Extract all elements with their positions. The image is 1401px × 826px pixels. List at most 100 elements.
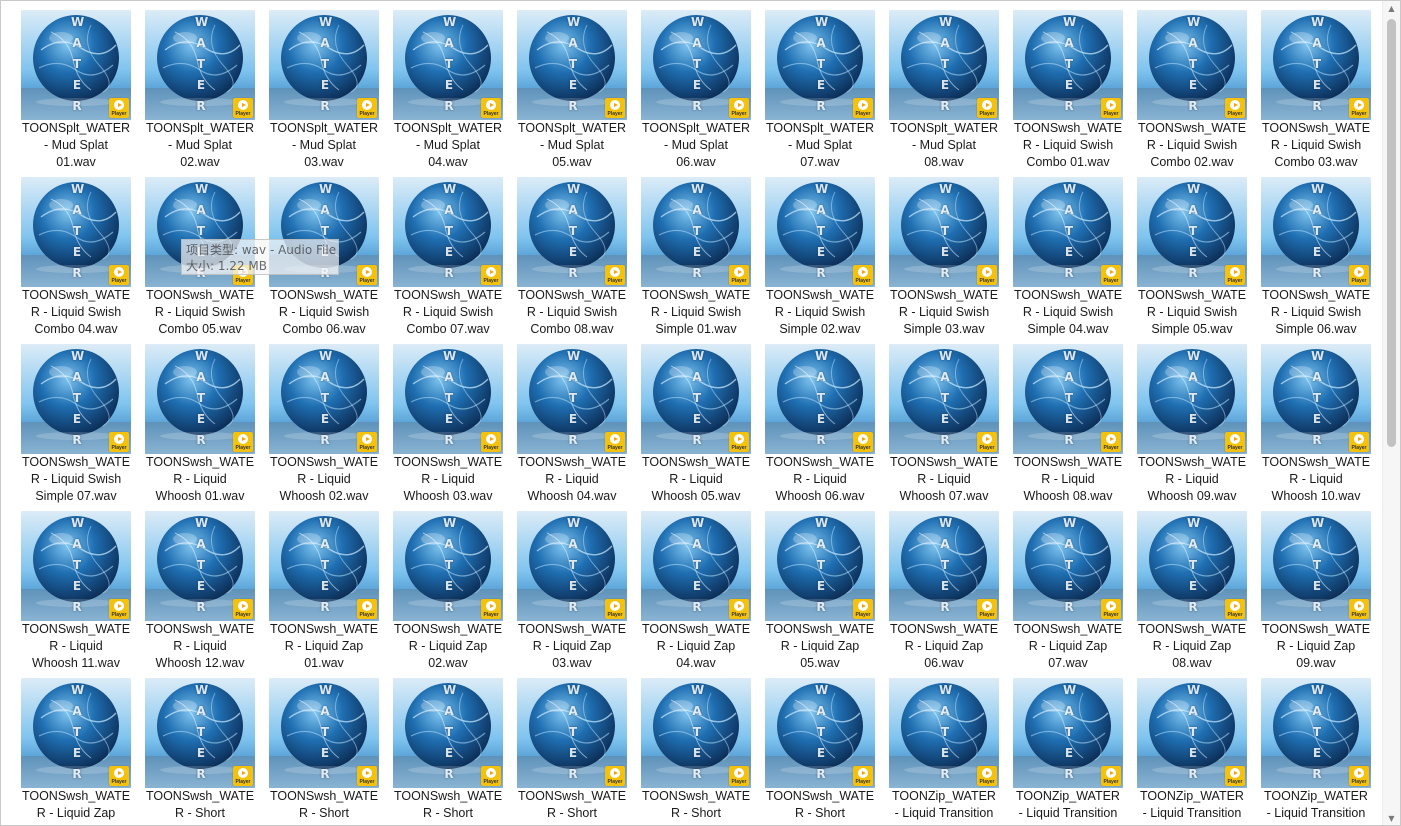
file-item[interactable]: W A T E R Player TOONSplt_WATER - Mud Splat 04.w… <box>386 9 510 176</box>
file-item[interactable]: WATER Player TOONSwsh_WATE R - Liquid Swish… <box>14 343 138 510</box>
thumbnail-letter: A <box>940 36 950 50</box>
file-item[interactable]: W A T E R Player TOONZip_WATER - Liquid Transit… <box>1006 677 1130 825</box>
file-item[interactable]: W A T E R Player TOONSwsh_WATE R - Liquid Whoosh… <box>138 343 262 510</box>
file-item[interactable]: W A T E R Player TOONSwsh_WATE R - Short <box>510 677 634 825</box>
file-item[interactable]: W A T E R Player TOONSwsh_WATE R - Liquid Whoosh… <box>14 510 138 677</box>
scrollbar-thumb[interactable] <box>1387 19 1396 447</box>
file-name-line: R - Liquid Zap <box>656 638 736 653</box>
file-thumbnail: WATER Player <box>1013 10 1123 120</box>
thumbnail-letter: E <box>72 746 82 760</box>
play-icon <box>486 434 496 444</box>
file-item[interactable]: WATER Player TOONSwsh_WATE R - Liquid Swish… <box>1006 176 1130 343</box>
file-name-line: TOONZip_WATER <box>1264 789 1368 803</box>
file-item[interactable]: W A T E R Player TOONSwsh_WATE R - Liquid Whoosh… <box>138 510 262 677</box>
thumbnail-letter: A <box>1312 36 1322 50</box>
file-item[interactable]: W A T E R Player TOONSwsh_WATE R - Liquid Whoosh… <box>1006 343 1130 510</box>
file-item[interactable]: WATER Player TOONSwsh_WATE R - Liquid Swish… <box>1254 9 1378 176</box>
file-item[interactable]: W A T E R Player TOONZip_WATER - Liquid Transit… <box>1130 677 1254 825</box>
scroll-up-arrow-icon[interactable]: ▲ <box>1383 1 1400 17</box>
file-item[interactable]: W A T E R Player TOONSwsh_WATE R - Liquid Zap 03… <box>510 510 634 677</box>
file-item[interactable]: WATER Player TOONSwsh_WATE R - Liquid Swish… <box>882 176 1006 343</box>
thumbnail-letter: W <box>567 349 581 363</box>
file-name-line: TOONSwsh_WATE <box>393 288 503 302</box>
file-item[interactable]: W A T E R Player TOONSplt_WATER - Mud Splat 08.w… <box>882 9 1006 176</box>
file-item[interactable]: W A T E R Player TOONSwsh_WATE R - Liquid Zap 06… <box>882 510 1006 677</box>
file-name-line: TOONSwsh_WATE <box>517 455 627 469</box>
player-badge-label: Player <box>483 278 499 284</box>
file-item[interactable]: WATER Player TOONSwsh_WATE R - Liquid Swish… <box>758 176 882 343</box>
file-item[interactable]: W A T E R Player TOONSwsh_WATE R - Liquid Whoosh… <box>510 343 634 510</box>
file-item[interactable]: W A T E R Player TOONSwsh_WATE R - Liquid Zap 01… <box>262 510 386 677</box>
file-item[interactable]: W A T E R Player TOONSwsh_WATE R - Liquid Whoosh… <box>1254 343 1378 510</box>
file-item[interactable]: WATER Player TOONSwsh_WATE R - Liquid Swish… <box>634 176 758 343</box>
thumbnail-letter: E <box>1188 78 1198 92</box>
file-name-line: R - Liquid Zap <box>532 638 612 653</box>
file-item[interactable]: WATER Player TOONSwsh_WATE R - Liquid Swish… <box>14 176 138 343</box>
file-item[interactable]: WATER Player TOONSwsh_WATE R - Liquid Swish… <box>1006 9 1130 176</box>
file-name: TOONSwsh_WATE R - Liquid Whoosh 10.wav <box>1254 454 1378 504</box>
file-item[interactable]: W A T E R Player TOONSwsh_WATE R - Liquid Whoosh… <box>386 343 510 510</box>
thumbnail-letter: W <box>443 683 457 697</box>
thumbnail-letter: T <box>816 725 826 739</box>
file-item[interactable]: W A T E R Player TOONSwsh_WATE R - Liquid Zap 09… <box>1254 510 1378 677</box>
file-item[interactable]: WATER Player TOONSwsh_WATE R - Liquid Swish… <box>1130 9 1254 176</box>
file-item[interactable]: W A T E R Player TOONSplt_WATER - Mud Splat 07.w… <box>758 9 882 176</box>
file-item[interactable]: W A T E R Player TOONSplt_WATER - Mud Splat 01.w… <box>14 9 138 176</box>
file-item[interactable]: WATER Player TOONSwsh_WATE R - Liquid Swish… <box>510 176 634 343</box>
thumbnail-title-letters: WATER <box>567 513 580 618</box>
scroll-down-arrow-icon[interactable]: ▼ <box>1383 811 1400 825</box>
file-thumbnail: WATER Player <box>269 10 379 120</box>
file-item[interactable]: W A T E R Player TOONSplt_WATER - Mud Splat 06.w… <box>634 9 758 176</box>
file-item[interactable]: W A T E R Player TOONSwsh_WATE R - Liquid Zap 08… <box>1130 510 1254 677</box>
file-item[interactable]: W A T E R Player TOONSplt_WATER - Mud Splat 02.w… <box>138 9 262 176</box>
thumbnail-letter: W <box>319 516 333 530</box>
file-item[interactable]: W A T E R Player TOONSwsh_WATE R - Liquid Zap 05… <box>758 510 882 677</box>
file-item[interactable]: W A T E R Player TOONSwsh_WATE R - Short <box>262 677 386 825</box>
file-item[interactable]: W A T E R Player TOONZip_WATER - Liquid Transit… <box>882 677 1006 825</box>
file-name-line: R - Short <box>298 805 349 820</box>
file-item[interactable]: W A T E R Player TOONSwsh_WATE R - Liquid Zap 04… <box>634 510 758 677</box>
file-name-line: TOONSwsh_WATE <box>641 288 751 302</box>
file-item[interactable]: W A T E R Player TOONSwsh_WATE R - Short <box>138 677 262 825</box>
file-name: TOONSwsh_WATE R - Liquid Swish Simple 07.w… <box>14 454 138 504</box>
file-name-line: TOONZip_WATER <box>1140 789 1244 803</box>
thumbnail-letter: W <box>319 683 333 697</box>
file-name-line: TOONSwsh_WATE <box>765 789 875 803</box>
file-item[interactable]: W A T E R Player TOONSwsh_WATE R - Liquid Whoosh… <box>758 343 882 510</box>
thumbnail-letter: R <box>1312 266 1322 280</box>
file-item[interactable]: W A T E R Player TOONSwsh_WATE R - Short <box>758 677 882 825</box>
file-item[interactable]: W A T E R Player TOONSwsh_WATE R - Liquid Whoosh… <box>634 343 758 510</box>
thumbnail-letter: W <box>691 683 705 697</box>
file-item[interactable]: W A T E R Player TOONSwsh_WATE R - Liquid Zap 07… <box>1006 510 1130 677</box>
file-item[interactable]: W A T E R Player TOONZip_WATER - Liquid Transit… <box>1254 677 1378 825</box>
thumbnail-letter: W <box>1187 683 1201 697</box>
file-item[interactable]: W A T E R Player TOONSwsh_WATE R - Liquid Whoosh… <box>882 343 1006 510</box>
file-name-line: TOONSwsh_WATE <box>269 288 379 302</box>
file-item[interactable]: WATER Player TOONSwsh_WATE R - Liquid Swish… <box>386 176 510 343</box>
file-name: TOONSwsh_WATE R - Liquid Whoosh 08.wav <box>1006 454 1130 504</box>
thumbnail-title-letters: WATER <box>319 346 332 451</box>
file-item[interactable]: W A T E R Player TOONSwsh_WATE R - Liquid Zap 02… <box>386 510 510 677</box>
vertical-scrollbar[interactable]: ▲ ▼ <box>1382 1 1400 825</box>
play-icon <box>858 768 868 778</box>
player-badge-icon: Player <box>357 98 377 118</box>
file-item[interactable]: WATER Player TOONSwsh_WATE R - Liquid Swish… <box>1254 176 1378 343</box>
play-icon <box>610 434 620 444</box>
file-item[interactable]: WATER Player TOONSwsh_WATE R - Liquid Swish… <box>1130 176 1254 343</box>
file-item[interactable]: W A T E R Player TOONSwsh_WATE R - Liquid Whoosh… <box>1130 343 1254 510</box>
thumbnail-letter: R <box>816 767 826 781</box>
player-badge-icon: Player <box>605 599 625 619</box>
file-name-line: R - Liquid Swish <box>650 304 742 319</box>
file-item[interactable]: W A T E R Player TOONSplt_WATER - Mud Splat 03.w… <box>262 9 386 176</box>
file-item[interactable]: W A T E R Player TOONSwsh_WATE R - Liquid Zap <box>14 677 138 825</box>
player-badge-icon: Player <box>977 432 997 452</box>
file-thumbnail: WATER Player <box>1137 511 1247 621</box>
thumbnail-title-letters: WATER <box>1187 346 1200 451</box>
thumbnail-letter: R <box>1188 99 1198 113</box>
player-badge-icon: Player <box>853 599 873 619</box>
file-item[interactable]: W A T E R Player TOONSwsh_WATE R - Liquid Whoosh… <box>262 343 386 510</box>
file-item[interactable]: W A T E R Player TOONSplt_WATER - Mud Splat 05.w… <box>510 9 634 176</box>
file-item[interactable]: W A T E R Player TOONSwsh_WATE R - Short <box>634 677 758 825</box>
file-name: TOONSplt_WATER - Mud Splat 06.wav <box>634 120 758 170</box>
file-item[interactable]: W A T E R Player TOONSwsh_WATE R - Short <box>386 677 510 825</box>
